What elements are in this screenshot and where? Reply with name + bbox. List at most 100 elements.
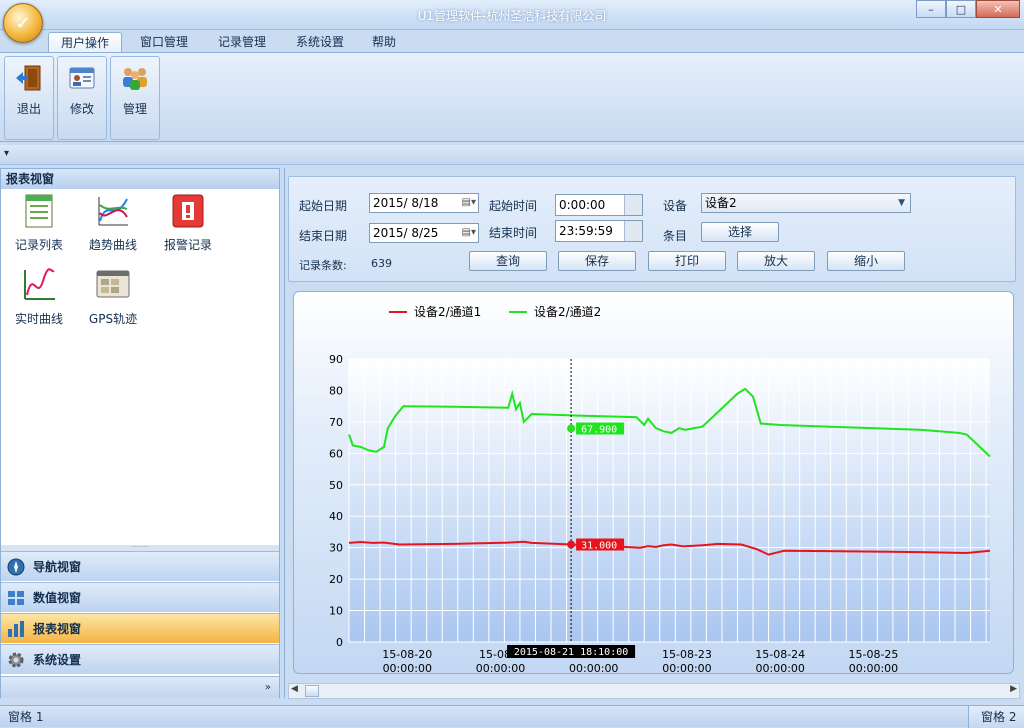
calendar-dropdown-icon: ▤▾ [461, 227, 476, 238]
calendar-dropdown-icon: ▤▾ [461, 197, 476, 208]
ribbon-tabs: 用户操作 窗口管理 记录管理 系统设置 帮助 [0, 30, 1024, 52]
trend-chart-panel: 设备2/通道1 设备2/通道2 0 10 20 30 40 50 60 70 80 90 15-08-… [293, 291, 1014, 674]
nav-navigation-window[interactable]: 导航视窗 [1, 551, 279, 581]
y-tick-label: 10 [329, 605, 343, 618]
legend-label: 设备2/通道2 [534, 305, 601, 319]
nav-report-window[interactable]: 报表视窗 [1, 613, 279, 643]
record-count-value: 639 [371, 257, 392, 270]
start-time-label: 起始时间 [489, 199, 538, 213]
device-select[interactable]: 设备2 ▼ [701, 193, 911, 213]
nav-values-window[interactable]: 数值视窗 [1, 582, 279, 612]
time-spinner[interactable] [624, 195, 642, 215]
exit-label: 退出 [16, 102, 41, 116]
y-tick-label: 50 [329, 479, 343, 492]
y-tick-label: 40 [329, 510, 343, 523]
start-date-label: 起始日期 [299, 199, 348, 213]
tab-record-mgmt[interactable]: 记录管理 [206, 32, 278, 52]
tab-help[interactable]: 帮助 [360, 32, 408, 52]
app-orb-icon[interactable]: ✓ [3, 3, 43, 43]
manage-button[interactable]: 管理 [110, 56, 160, 140]
record-list-item[interactable]: 记录列表 [4, 193, 74, 253]
tab-system-settings[interactable]: 系统设置 [284, 32, 356, 52]
chart-legend: 设备2/通道1 设备2/通道2 [389, 305, 601, 319]
start-time-input[interactable]: 0:00:00 [555, 194, 643, 216]
status-left: 窗格 1 [8, 710, 44, 724]
x-tick-date-label: 15-08-20 [382, 648, 432, 661]
record-list-label: 记录列表 [14, 238, 63, 252]
scroll-right-icon[interactable]: ▶ [1010, 684, 1017, 694]
end-time-label: 结束时间 [489, 226, 538, 240]
x-tick-date-label: 15-08-24 [755, 648, 805, 661]
end-date-label: 结束日期 [299, 229, 348, 243]
start-date-picker[interactable]: 2015/ 8/18 ▤▾ [369, 193, 479, 213]
exit-button[interactable]: 退出 [4, 56, 54, 140]
compass-icon [7, 558, 25, 576]
start-time-value: 0:00:00 [559, 198, 606, 212]
left-pane: 报表视窗 记录列表 趋势曲线 报警记录 实时曲线 GPS轨迹 ·········… [0, 168, 280, 698]
record-list-icon [25, 194, 53, 228]
save-button[interactable]: 保存 [558, 251, 636, 271]
nav-expand-button[interactable]: » [1, 676, 279, 698]
select-button[interactable]: 选择 [701, 222, 779, 242]
query-button[interactable]: 查询 [469, 251, 547, 271]
manage-label: 管理 [122, 102, 147, 116]
x-tick-time-label: 00:00:00 [476, 662, 525, 674]
gps-track-label: GPS轨迹 [88, 312, 138, 326]
alarm-record-item[interactable]: 报警记录 [153, 193, 223, 253]
nav-label: 报表视窗 [33, 622, 82, 636]
modify-label: 修改 [69, 102, 94, 116]
report-chart-icon [8, 621, 24, 637]
alarm-record-icon [172, 194, 204, 228]
trend-curve-label: 趋势曲线 [88, 238, 137, 252]
device-label: 设备 [663, 199, 688, 213]
minimize-button[interactable]: – [916, 0, 946, 18]
device-value: 设备2 [705, 196, 737, 210]
close-button[interactable]: ✕ [976, 0, 1020, 18]
print-button[interactable]: 打印 [648, 251, 726, 271]
quick-access-toolbar[interactable]: ▾ [0, 145, 1024, 165]
nav-system-settings[interactable]: 系统设置 [1, 644, 279, 674]
nav-label: 导航视窗 [33, 560, 82, 574]
cursor-marker [567, 424, 576, 433]
query-form: 起始日期 2015/ 8/18 ▤▾ 起始时间 0:00:00 设备 设备2 ▼… [288, 176, 1016, 282]
y-tick-label: 20 [329, 573, 343, 586]
status-bar: 窗格 1 窗格 2 [0, 705, 1024, 728]
end-time-value: 23:59:59 [559, 224, 613, 238]
modify-button[interactable]: 修改 [57, 56, 107, 140]
nav-label: 系统设置 [33, 653, 82, 667]
x-tick-time-label: 00:00:00 [849, 662, 898, 674]
alarm-record-label: 报警记录 [163, 238, 212, 252]
end-date-picker[interactable]: 2015/ 8/25 ▤▾ [369, 223, 479, 243]
exit-door-icon [16, 65, 41, 91]
scroll-thumb[interactable] [305, 685, 319, 697]
horizontal-scrollbar[interactable]: ◀ ▶ [288, 683, 1020, 699]
trend-chart[interactable]: 设备2/通道1 设备2/通道2 0 10 20 30 40 50 60 70 80 90 15-08-… [294, 292, 1014, 674]
maximize-button[interactable]: □ [946, 0, 976, 18]
gps-track-icon [96, 270, 130, 298]
y-tick-label: 90 [329, 353, 343, 366]
tab-user-ops[interactable]: 用户操作 [48, 32, 123, 52]
chart-plot [348, 358, 991, 643]
realtime-curve-item[interactable]: 实时曲线 [4, 267, 74, 327]
id-card-icon [69, 67, 95, 89]
pane-header: 报表视窗 [1, 169, 279, 189]
end-time-input[interactable]: 23:59:59 [555, 220, 643, 242]
gps-track-item[interactable]: GPS轨迹 [78, 267, 148, 327]
tab-window-mgmt[interactable]: 窗口管理 [128, 32, 200, 52]
items-label: 条目 [663, 229, 688, 243]
x-tick-date-label: 15-08-23 [662, 648, 712, 661]
legend-label: 设备2/通道1 [414, 305, 481, 319]
status-right: 窗格 2 [968, 706, 1024, 728]
x-tick-time-label: 00:00:00 [756, 662, 805, 674]
scroll-left-icon[interactable]: ◀ [291, 684, 298, 694]
y-tick-label: 80 [329, 384, 343, 397]
time-spinner[interactable] [624, 221, 642, 241]
zoom-in-button[interactable]: 放大 [737, 251, 815, 271]
zoom-out-button[interactable]: 缩小 [827, 251, 905, 271]
window-controls: – □ ✕ [916, 0, 1020, 18]
y-tick-label: 0 [336, 636, 343, 649]
realtime-curve-label: 实时曲线 [14, 312, 63, 326]
trend-curve-item[interactable]: 趋势曲线 [78, 193, 148, 253]
window-title: U1管理软件-杭州圣浩科技有限公司 [417, 9, 607, 23]
plot-area [349, 359, 990, 642]
